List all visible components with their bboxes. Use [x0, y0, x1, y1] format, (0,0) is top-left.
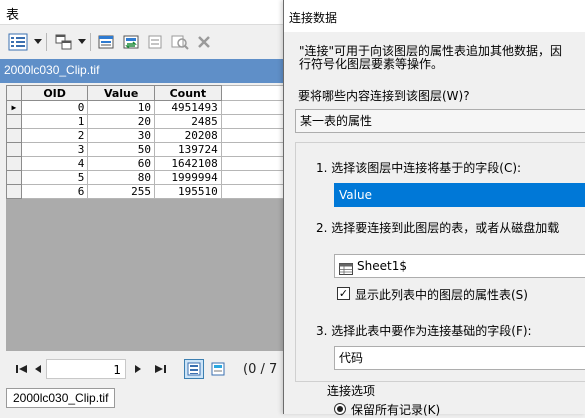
cell-value[interactable]: 80 [87, 170, 155, 185]
cell-oid[interactable]: 4 [20, 156, 89, 171]
cell-value[interactable]: 20 [87, 114, 155, 129]
cell-blank [220, 142, 286, 157]
cell-count[interactable]: 139724 [153, 142, 222, 157]
cell-blank [220, 170, 286, 185]
related-tables-icon[interactable] [52, 31, 76, 53]
record-count-text: (0 / 7 [243, 362, 278, 377]
cell-oid[interactable]: 1 [20, 114, 89, 129]
cell-oid[interactable]: 3 [20, 142, 89, 157]
join-what-label: 要将哪些内容连接到该图层(W)? [298, 89, 470, 103]
row-selector[interactable] [6, 184, 22, 199]
dialog-description: "连接"可用于向该图层的属性表追加其他数据，因 行符号化图层要素等操作。 [299, 45, 585, 71]
cell-count[interactable]: 2485 [153, 114, 222, 129]
last-record-icon[interactable] [152, 361, 168, 377]
table-tab-header: 2000lc030_Clip.tif [0, 59, 286, 83]
table-navigation-bar: 1 (0 / 7 [0, 354, 286, 384]
cell-oid[interactable]: 5 [20, 170, 89, 185]
cell-value[interactable]: 30 [87, 128, 155, 143]
show-attribute-tables-checkbox[interactable]: ✓ [337, 287, 350, 300]
switch-selection-icon[interactable] [120, 31, 144, 53]
cell-value[interactable]: 60 [87, 156, 155, 171]
cell-value[interactable]: 255 [87, 184, 155, 199]
row-selector[interactable]: ▶ [6, 100, 22, 115]
table-row[interactable]: 3 50 139724 [6, 142, 286, 157]
keep-all-records-radio[interactable] [334, 403, 346, 415]
column-header-oid[interactable]: OID [20, 85, 89, 101]
table-window-title: 表 [6, 8, 20, 23]
cell-blank [220, 128, 286, 143]
cell-value[interactable]: 10 [87, 100, 155, 115]
row-selector[interactable] [6, 114, 22, 129]
cell-oid[interactable]: 6 [20, 184, 89, 199]
first-record-icon[interactable] [14, 361, 30, 377]
table-tab-name[interactable]: 2000lc030_Clip.tif [4, 63, 99, 77]
select-by-attributes-icon[interactable] [96, 31, 120, 53]
table-options-icon[interactable] [6, 31, 30, 53]
column-header-value[interactable]: Value [87, 85, 155, 101]
dialog-titlebar: 连接数据 [284, 0, 585, 32]
table-window-titlebar: 表 [0, 0, 286, 25]
cell-count[interactable]: 1999994 [153, 170, 222, 185]
attribute-table: OID Value Count ▶ 0 10 4951493 1 20 2485 2 30 202… [6, 85, 286, 199]
cell-count[interactable]: 195510 [153, 184, 222, 199]
cell-blank [220, 100, 286, 115]
column-header-blank [220, 85, 286, 101]
table-toolbar [0, 25, 286, 59]
show-all-records-icon[interactable] [184, 359, 204, 379]
zoom-to-selected-icon[interactable] [168, 31, 192, 53]
previous-record-icon[interactable] [30, 361, 46, 377]
cell-oid[interactable]: 2 [20, 128, 89, 143]
row-selector[interactable] [6, 156, 22, 171]
keep-all-records-label: 保留所有记录(K) [351, 403, 441, 417]
cell-value[interactable]: 50 [87, 142, 155, 157]
dropdown-arrow-icon[interactable] [32, 31, 44, 53]
next-record-icon[interactable] [130, 361, 146, 377]
join-type-dropdown[interactable]: 某一表的属性 [295, 109, 585, 133]
cell-oid[interactable]: 0 [20, 100, 89, 115]
step2-label: 2. 选择要连接到此图层的表，或者从磁盘加载 [316, 221, 560, 235]
current-record-field[interactable]: 1 [46, 359, 126, 379]
row-selector[interactable] [6, 170, 22, 185]
step1-label: 1. 选择该图层中连接将基于的字段(C): [316, 161, 522, 175]
show-attribute-tables-label: 显示此列表中的图层的属性表(S) [355, 288, 528, 302]
table-row[interactable]: 5 80 1999994 [6, 170, 286, 185]
cell-count[interactable]: 4951493 [153, 100, 222, 115]
delete-selected-icon[interactable] [192, 31, 216, 53]
cell-count[interactable]: 1642108 [153, 156, 222, 171]
table-row[interactable]: 6 255 195510 [6, 184, 286, 199]
cell-blank [220, 184, 286, 199]
column-header-count[interactable]: Count [153, 85, 222, 101]
row-selector[interactable] [6, 128, 22, 143]
row-selector[interactable] [6, 142, 22, 157]
step3-label: 3. 选择此表中要作为连接基础的字段(F): [316, 324, 532, 338]
base-field-dropdown[interactable]: 代码 [334, 346, 585, 370]
table-row[interactable]: 1 20 2485 [6, 114, 286, 129]
join-options-legend: 连接选项 [325, 382, 378, 399]
cell-count[interactable]: 20208 [153, 128, 222, 143]
attribute-table-grid: OID Value Count ▶ 0 10 4951493 1 20 2485 2 30 202… [6, 85, 286, 351]
dropdown-arrow-icon[interactable] [76, 31, 88, 53]
table-icon [339, 260, 353, 277]
join-field-dropdown[interactable]: Value [334, 183, 585, 207]
table-row[interactable]: 4 60 1642108 [6, 156, 286, 171]
join-table-value: Sheet1$ [357, 259, 407, 273]
toolbar-separator [46, 33, 47, 51]
show-selected-records-icon[interactable] [208, 359, 228, 379]
table-header-row: OID Value Count [6, 85, 286, 101]
join-table-dropdown[interactable]: Sheet1$ [334, 254, 585, 278]
row-selector-header[interactable] [6, 85, 22, 101]
clear-selection-icon[interactable] [144, 31, 168, 53]
cell-blank [220, 114, 286, 129]
table-row[interactable]: 2 30 20208 [6, 128, 286, 143]
dialog-description-line-2: 行符号化图层要素等操作。 [299, 57, 444, 71]
bottom-table-tab[interactable]: 2000lc030_Clip.tif [6, 388, 116, 408]
table-row[interactable]: ▶ 0 10 4951493 [6, 100, 286, 115]
dialog-title: 连接数据 [289, 11, 338, 25]
cell-blank [220, 156, 286, 171]
toolbar-separator [90, 33, 91, 51]
